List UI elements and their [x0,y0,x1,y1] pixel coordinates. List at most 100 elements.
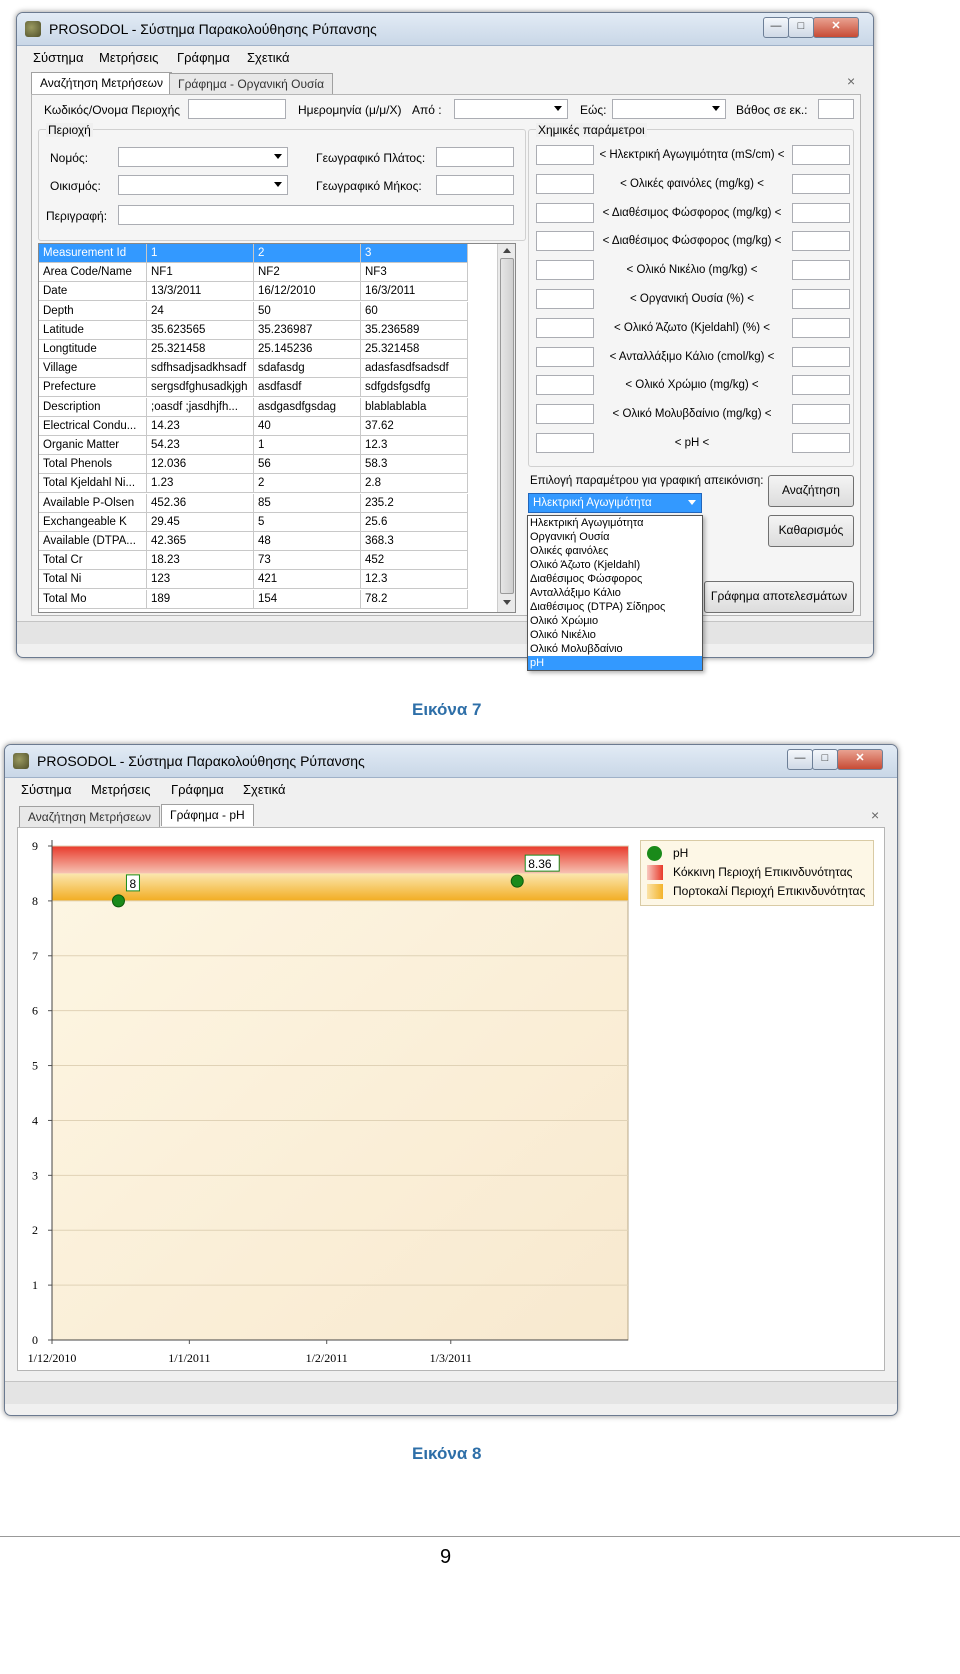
grid-cell[interactable]: 421 [254,570,361,590]
measurements-grid[interactable]: Measurement Id 1 2 3 Area Code/Name NF1 NF2 NF3… [38,243,516,613]
scroll-up-icon[interactable] [503,248,511,253]
search-button[interactable]: Αναζήτηση [768,475,854,507]
grid-cell[interactable]: asdgasdfgsdag [254,397,361,417]
grid-cell[interactable]: 2 [254,244,361,263]
grid-cell[interactable]: 24 [147,301,254,321]
dropdown-option[interactable]: Διαθέσιμος (DTPA) Σίδηρος [528,600,702,614]
menu-chart[interactable]: Γράφημα [171,782,224,797]
chem-min-input[interactable] [536,375,594,396]
grid-row-header[interactable]: Exchangeable K [39,512,147,532]
dropdown-option[interactable]: pH [528,656,702,670]
grid-scrollbar[interactable] [497,244,515,612]
results-chart-button[interactable]: Γράφημα αποτελεσμάτων [704,581,854,613]
grid-row-header[interactable]: Organic Matter [39,436,147,455]
area-code-input[interactable] [188,99,286,119]
dropdown-option[interactable]: Ολικό Νικέλιο [528,628,702,642]
tab-close-icon[interactable]: × [847,73,855,89]
grid-cell[interactable]: 154 [254,589,361,609]
grid-row-header[interactable]: Date [39,282,147,302]
minimize-button[interactable]: — [763,17,789,38]
menu-about[interactable]: Σχετικά [243,782,286,797]
title-bar-2[interactable]: PROSODOL - Σύστημα Παρακολούθησης Ρύπανσ… [5,745,897,778]
grid-cell[interactable]: adasfasdfsadsdf [361,359,468,379]
chem-max-input[interactable] [792,202,850,223]
grid-cell[interactable]: 189 [147,589,254,609]
grid-cell[interactable]: 16/3/2011 [361,282,468,302]
grid-row-header[interactable]: Electrical Condu... [39,416,147,436]
close-button-2[interactable]: ✕ [837,749,883,770]
grid-cell[interactable]: 56 [254,455,361,475]
menu-measurements[interactable]: Μετρήσεις [99,50,158,65]
grid-cell[interactable]: 123 [147,570,254,590]
grid-row-header[interactable]: Available P-Olsen [39,493,147,513]
chem-min-input[interactable] [536,317,594,338]
grid-row-header[interactable]: Total Kjeldahl Ni... [39,474,147,494]
settlement-select[interactable] [118,175,288,195]
chem-min-input[interactable] [536,231,594,252]
description-input[interactable] [118,205,514,225]
grid-row-header[interactable]: Measurement Id [39,244,147,263]
grid-cell[interactable]: sdfhsadjsadkhsadf [147,359,254,379]
chem-min-input[interactable] [536,404,594,425]
grid-cell[interactable]: 2.8 [361,474,468,494]
chem-max-input[interactable] [792,260,850,281]
grid-cell[interactable]: 5 [254,512,361,532]
chem-max-input[interactable] [792,433,850,453]
grid-cell[interactable]: 37.62 [361,416,468,436]
grid-cell[interactable]: NF2 [254,263,361,283]
grid-cell[interactable]: 1.23 [147,474,254,494]
grid-cell[interactable]: ;oasdf ;jasdhjfh... [147,397,254,417]
grid-cell[interactable]: 48 [254,532,361,551]
chem-max-input[interactable] [792,231,850,252]
grid-row-header[interactable]: Longtitude [39,340,147,359]
dropdown-option[interactable]: Ολικό Χρώμιο [528,614,702,628]
grid-cell[interactable]: 368.3 [361,532,468,551]
grid-cell[interactable]: 35.236987 [254,320,361,340]
grid-row-header[interactable]: Description [39,397,147,417]
grid-cell[interactable]: 16/12/2010 [254,282,361,302]
grid-cell[interactable]: 12.3 [361,436,468,455]
dropdown-option[interactable]: Οργανική Ουσία [528,530,702,544]
param-dropdown-list[interactable]: Ηλεκτρική Αγωγιμότητα Οργανική Ουσία Ολικέ… [527,515,703,671]
tab-close-icon[interactable]: × [871,807,879,823]
grid-cell[interactable]: 12.036 [147,455,254,475]
longitude-input[interactable] [436,175,514,195]
grid-row-header[interactable]: Depth [39,301,147,321]
grid-cell[interactable]: 18.23 [147,551,254,571]
grid-cell[interactable]: 1 [147,244,254,263]
title-bar[interactable]: PROSODOL - Σύστημα Παρακολούθησης Ρύπανσ… [17,13,873,46]
dropdown-option[interactable]: Ολικό Άζωτο (Kjeldahl) [528,558,702,572]
grid-cell[interactable]: sdafasdg [254,359,361,379]
grid-cell[interactable]: 2 [254,474,361,494]
grid-cell[interactable]: 58.3 [361,455,468,475]
chem-min-input[interactable] [536,202,594,223]
grid-row-header[interactable]: Total Ni [39,570,147,590]
grid-cell[interactable]: sdfgdsfgsdfg [361,378,468,398]
grid-row-header[interactable]: Available (DTPA... [39,532,147,551]
maximize-button-2[interactable]: □ [812,749,838,770]
chem-max-input[interactable] [792,317,850,338]
grid-cell[interactable]: 25.6 [361,512,468,532]
grid-cell[interactable]: 452.36 [147,493,254,513]
prefecture-select[interactable] [118,147,288,167]
grid-cell[interactable]: 29.45 [147,512,254,532]
grid-row-header[interactable]: Village [39,359,147,379]
grid-cell[interactable]: 25.321458 [361,340,468,359]
grid-row-header[interactable]: Total Mo [39,589,147,609]
grid-cell[interactable]: 14.23 [147,416,254,436]
grid-row-header[interactable]: Total Phenols [39,455,147,475]
chem-min-input[interactable] [536,433,594,453]
chem-max-input[interactable] [792,346,850,367]
grid-cell[interactable]: 60 [361,301,468,321]
grid-cell[interactable]: 35.236589 [361,320,468,340]
grid-cell[interactable]: 25.321458 [147,340,254,359]
grid-cell[interactable]: 235.2 [361,493,468,513]
grid-cell[interactable]: NF1 [147,263,254,283]
chem-max-input[interactable] [792,404,850,425]
grid-cell[interactable]: asdfasdf [254,378,361,398]
param-select[interactable]: Ηλεκτρική Αγωγιμότητα [528,493,702,513]
grid-cell[interactable]: 73 [254,551,361,571]
chem-max-input[interactable] [792,375,850,396]
close-button[interactable]: ✕ [813,17,859,38]
chem-min-input[interactable] [536,289,594,309]
